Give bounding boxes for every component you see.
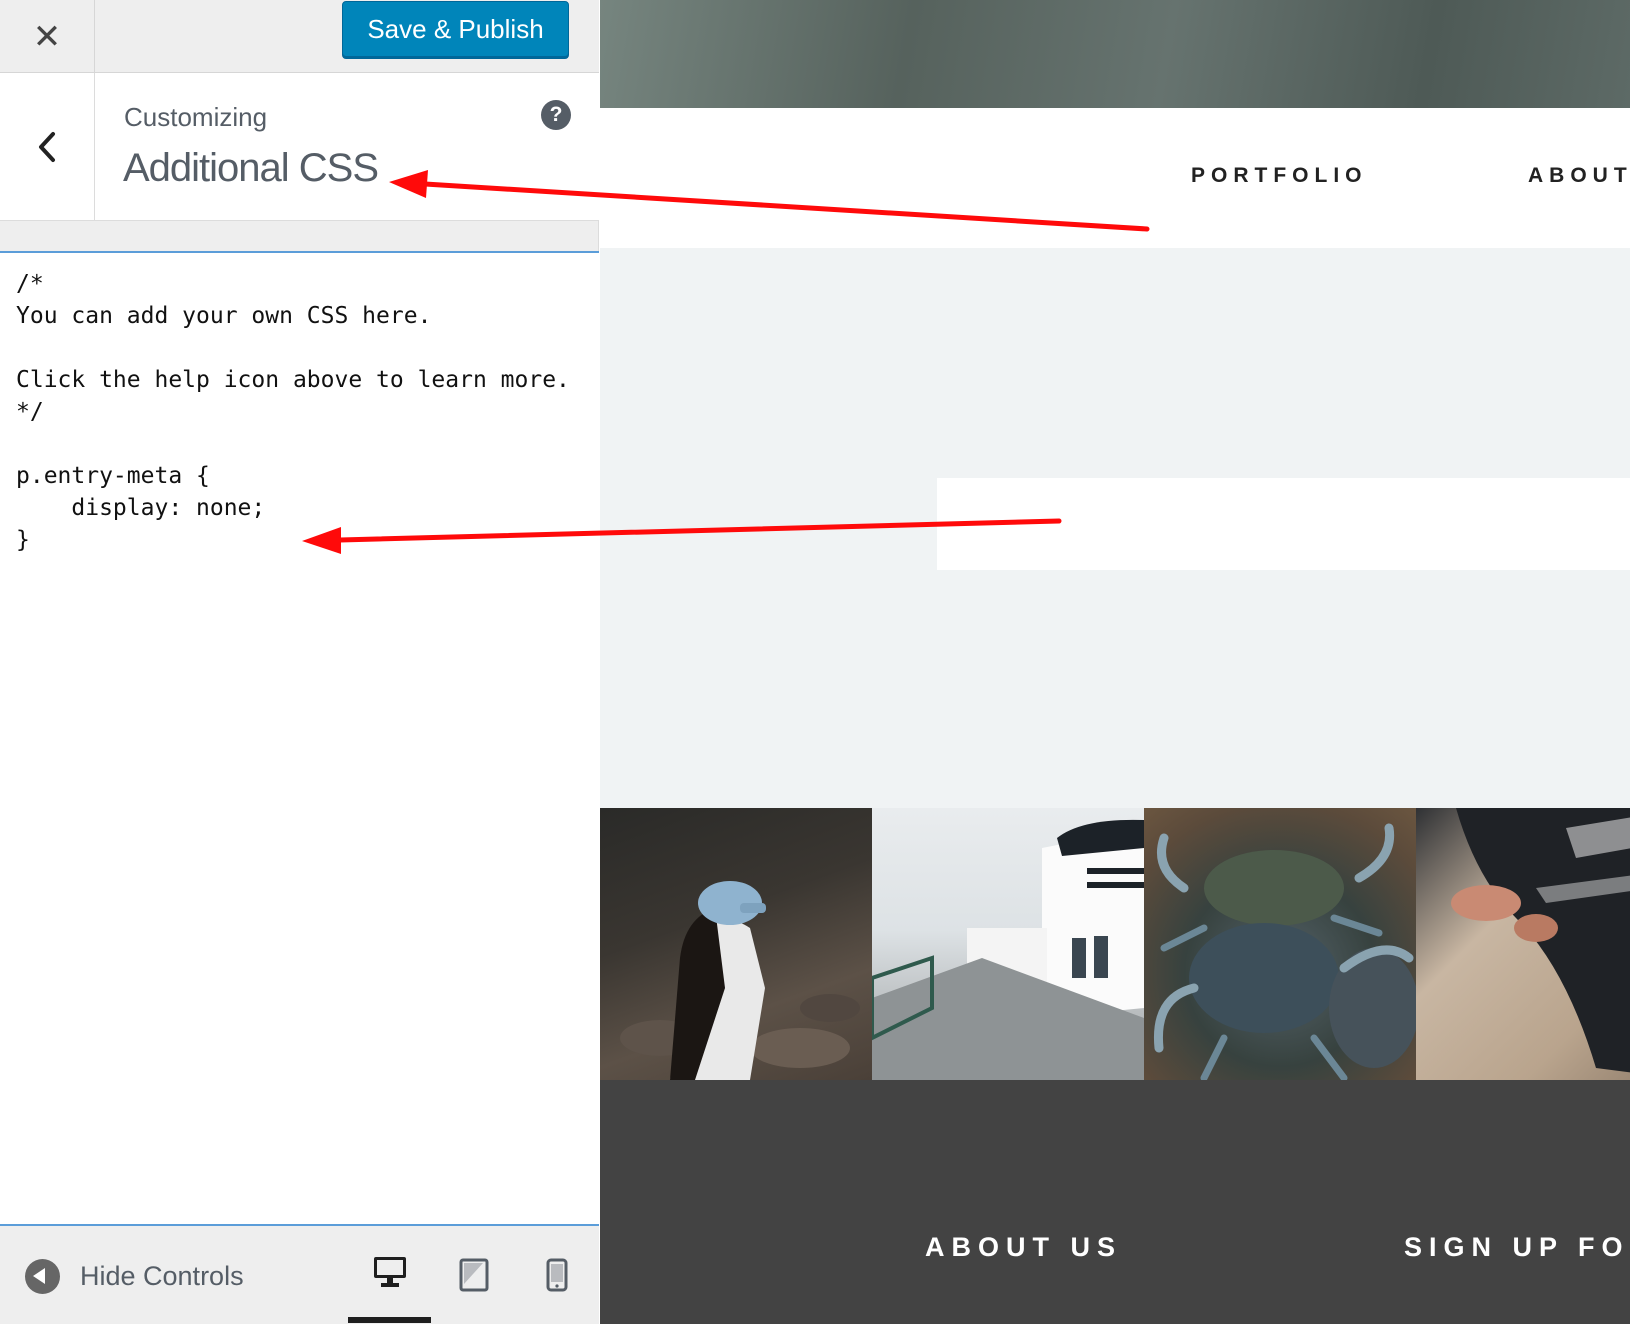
gallery-photo-woman-cap[interactable] [600,808,872,1080]
breadcrumb: Customizing [124,102,268,132]
site-preview: PORTFOLIO ABOUT ABOUT US SIGN UP FO [600,0,1630,1324]
hide-controls-button[interactable]: Hide Controls [25,1251,244,1301]
css-code-editor[interactable] [0,251,599,1226]
footer-heading-about: ABOUT US [925,1232,1122,1262]
content-area [600,248,1630,808]
footer-heading-signup: SIGN UP FOR [1404,1232,1630,1262]
nav-link-about[interactable]: ABOUT [1528,164,1630,188]
save-publish-button[interactable]: Save & Publish [342,1,569,57]
preview-mobile-button[interactable] [515,1227,598,1323]
gallery-photo-crabs[interactable] [1144,808,1416,1080]
close-button[interactable]: ✕ [0,0,95,73]
help-icon[interactable]: ? [541,100,571,130]
desktop-icon [373,1257,406,1287]
nav-link-portfolio[interactable]: PORTFOLIO [1191,164,1368,188]
section-title: Additional CSS [123,146,379,190]
back-button[interactable] [0,73,95,221]
photo-gallery [600,808,1630,1080]
gallery-photo-ferry-deck[interactable] [872,808,1144,1080]
gallery-photo-blanket-feet[interactable] [1416,808,1630,1080]
close-icon: ✕ [32,16,62,57]
site-footer: ABOUT US SIGN UP FOR [600,1080,1630,1324]
collapse-arrow-icon [25,1258,60,1294]
customizer-panel: ✕ Save & Publish Customizing Additional … [0,0,599,1324]
tablet-icon [459,1258,488,1292]
section-header: Customizing Additional CSS ? [0,73,599,221]
site-navigation: PORTFOLIO ABOUT [600,108,1630,248]
hide-controls-label: Hide Controls [80,1260,244,1291]
preview-desktop-button[interactable] [348,1227,431,1323]
hero-image [600,0,1630,108]
chevron-left-icon [39,132,55,162]
preview-tablet-button[interactable] [432,1227,515,1323]
customizer-footer: Hide Controls [0,1226,599,1324]
customizer-header: ✕ Save & Publish [0,0,599,73]
entry-meta-placeholder [937,478,1630,570]
mobile-icon [546,1258,567,1292]
